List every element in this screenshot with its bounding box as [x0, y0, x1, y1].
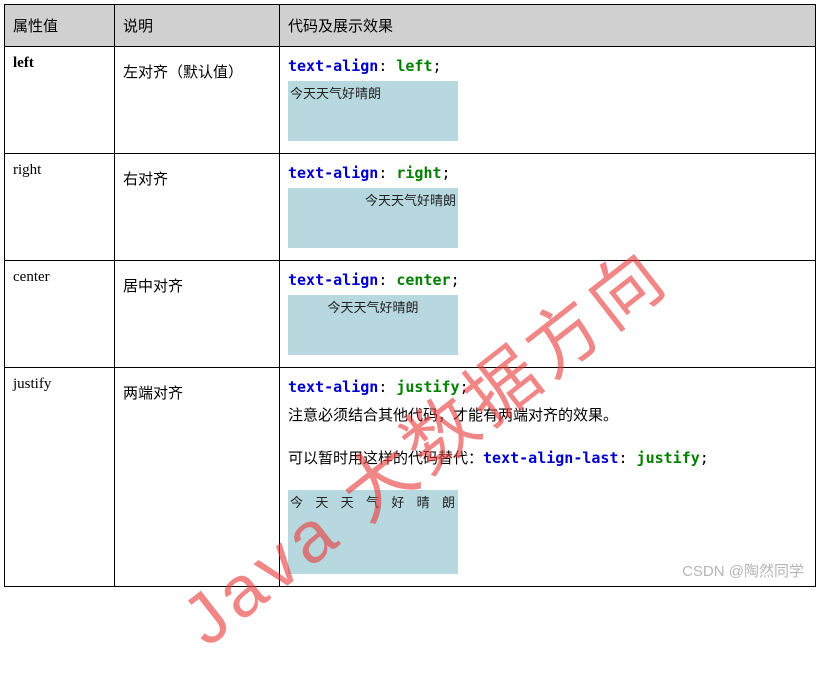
code-line: text-align: justify;: [288, 378, 807, 396]
header-desc: 说明: [115, 5, 280, 47]
prop-value: right: [13, 162, 41, 178]
desc-cell: 右对齐: [115, 154, 280, 261]
code-prop: text-align: [288, 271, 378, 289]
prop-value-cell: center: [5, 261, 115, 368]
demo-box-center: 今天天气好晴朗: [288, 295, 458, 355]
text-align-table: 属性值 说明 代码及展示效果 left 左对齐（默认值） text-align:…: [4, 4, 816, 587]
note2-val: justify: [637, 449, 700, 467]
note2-prop: text-align-last: [483, 449, 618, 467]
code-line: text-align: center;: [288, 271, 807, 289]
justify-note-1: 注意必须结合其他代码，才能有两端对齐的效果。: [288, 404, 807, 425]
note2-prefix: 可以暂时用这样的代码替代：: [288, 450, 483, 467]
prop-value: justify: [13, 376, 51, 392]
desc-cell: 居中对齐: [115, 261, 280, 368]
table-row: right 右对齐 text-align: right; 今天天气好晴朗: [5, 154, 816, 261]
code-val: left: [396, 57, 432, 75]
code-cell: text-align: right; 今天天气好晴朗: [280, 154, 816, 261]
code-line: text-align: left;: [288, 57, 807, 75]
code-cell: text-align: justify; 注意必须结合其他代码，才能有两端对齐的…: [280, 368, 816, 587]
code-val: right: [396, 164, 441, 182]
table-row: left 左对齐（默认值） text-align: left; 今天天气好晴朗: [5, 47, 816, 154]
code-cell: text-align: center; 今天天气好晴朗: [280, 261, 816, 368]
code-cell: text-align: left; 今天天气好晴朗: [280, 47, 816, 154]
table-row: center 居中对齐 text-align: center; 今天天气好晴朗: [5, 261, 816, 368]
prop-value-cell: right: [5, 154, 115, 261]
code-line: text-align: right;: [288, 164, 807, 182]
desc-cell: 两端对齐: [115, 368, 280, 587]
demo-box-right: 今天天气好晴朗: [288, 188, 458, 248]
code-prop: text-align: [288, 378, 378, 396]
demo-box-justify: 今 天 天 气 好 晴 朗: [288, 490, 458, 574]
prop-value-cell: justify: [5, 368, 115, 587]
code-prop: text-align: [288, 57, 378, 75]
table-row: justify 两端对齐 text-align: justify; 注意必须结合…: [5, 368, 816, 587]
demo-box-left: 今天天气好晴朗: [288, 81, 458, 141]
code-val: justify: [396, 378, 459, 396]
header-value: 属性值: [5, 5, 115, 47]
justify-note-2: 可以暂时用这样的代码替代：text-align-last: justify;: [288, 447, 807, 468]
table-header-row: 属性值 说明 代码及展示效果: [5, 5, 816, 47]
prop-value: left: [13, 55, 34, 71]
prop-value: center: [13, 269, 50, 285]
header-code: 代码及展示效果: [280, 5, 816, 47]
desc-cell: 左对齐（默认值）: [115, 47, 280, 154]
code-val: center: [396, 271, 450, 289]
code-prop: text-align: [288, 164, 378, 182]
prop-value-cell: left: [5, 47, 115, 154]
